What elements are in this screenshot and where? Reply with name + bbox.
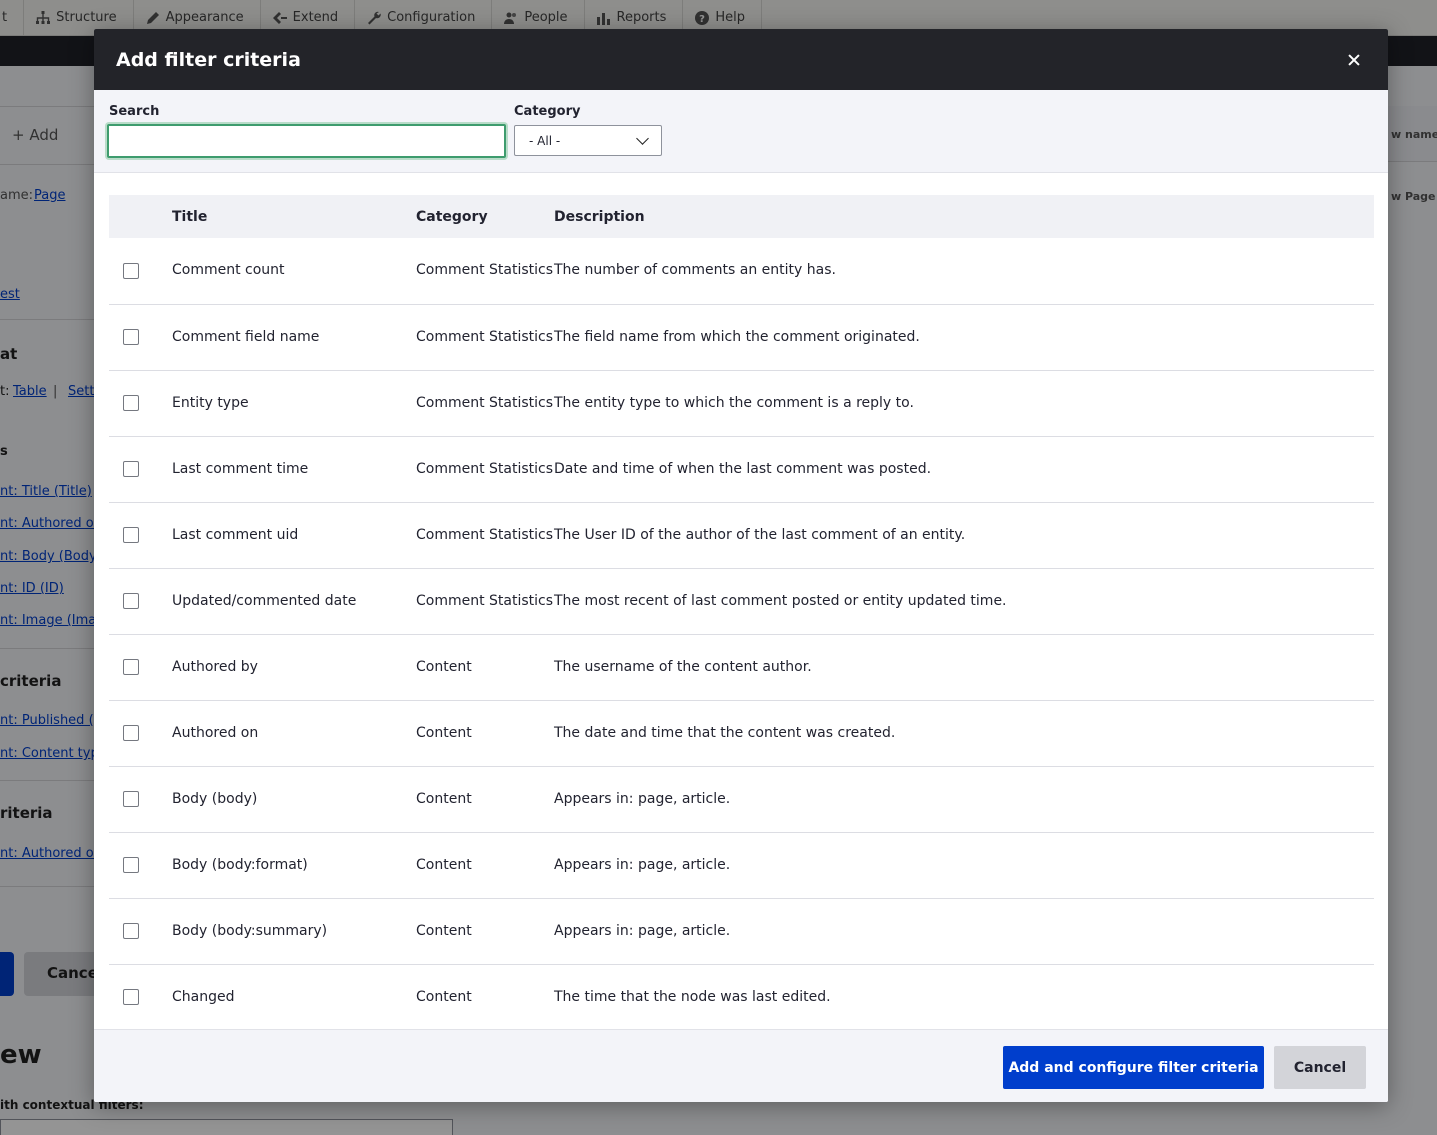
- filter-table: Title Category Description Comment count…: [109, 195, 1374, 1029]
- column-header-select: [109, 195, 172, 238]
- column-header-title: Title: [172, 208, 208, 225]
- table-row[interactable]: Body (body:summary) Content Appears in: …: [109, 898, 1374, 964]
- row-description: The time that the node was last edited.: [554, 988, 831, 1005]
- search-input[interactable]: [107, 124, 506, 158]
- row-category: Comment Statistics: [416, 262, 554, 279]
- row-checkbox[interactable]: [123, 593, 139, 609]
- row-category: Content: [416, 790, 472, 807]
- dialog-title: Add filter criteria: [116, 48, 301, 71]
- row-description: The field name from which the comment or…: [554, 328, 920, 345]
- row-title: Body (body): [172, 790, 258, 807]
- table-row[interactable]: Changed Content The time that the node w…: [109, 964, 1374, 1029]
- filter-list-area[interactable]: Title Category Description Comment count…: [94, 173, 1388, 1029]
- close-icon[interactable]: [1342, 48, 1366, 72]
- row-title: Last comment time: [172, 460, 309, 477]
- add-filter-criteria-dialog: Add filter criteria Search Category - Al…: [94, 29, 1388, 1102]
- row-title: Entity type: [172, 394, 249, 411]
- table-row[interactable]: Authored on Content The date and time th…: [109, 700, 1374, 766]
- row-description: Appears in: page, article.: [554, 856, 731, 873]
- table-row[interactable]: Last comment uid Comment Statistics The …: [109, 502, 1374, 568]
- row-category: Comment Statistics: [416, 460, 554, 477]
- chevron-down-icon: [636, 131, 649, 145]
- table-row[interactable]: Comment count Comment Statistics The num…: [109, 238, 1374, 304]
- cancel-button[interactable]: Cancel: [1274, 1046, 1366, 1089]
- table-row[interactable]: Last comment time Comment Statistics Dat…: [109, 436, 1374, 502]
- row-title: Body (body:summary): [172, 922, 328, 939]
- category-select[interactable]: - All -: [514, 125, 662, 156]
- dialog-filters: Search Category - All -: [94, 90, 1388, 173]
- table-row[interactable]: Comment field name Comment Statistics Th…: [109, 304, 1374, 370]
- row-description: The username of the content author.: [554, 658, 812, 675]
- search-label: Search: [109, 104, 160, 119]
- row-title: Authored on: [172, 724, 259, 741]
- table-row[interactable]: Updated/commented date Comment Statistic…: [109, 568, 1374, 634]
- row-category: Comment Statistics: [416, 328, 554, 345]
- add-and-configure-button[interactable]: Add and configure filter criteria: [1003, 1046, 1264, 1089]
- row-title: Last comment uid: [172, 526, 299, 543]
- row-checkbox[interactable]: [123, 395, 139, 411]
- row-description: Appears in: page, article.: [554, 922, 731, 939]
- table-header-row: Title Category Description: [109, 195, 1374, 238]
- row-category: Content: [416, 658, 472, 675]
- column-header-description: Description: [554, 208, 645, 225]
- row-checkbox[interactable]: [123, 527, 139, 543]
- row-category: Content: [416, 922, 472, 939]
- row-description: The entity type to which the comment is …: [554, 394, 914, 411]
- category-label: Category: [514, 104, 581, 119]
- row-category: Comment Statistics: [416, 394, 554, 411]
- row-title: Body (body:format): [172, 856, 308, 873]
- row-description: The most recent of last comment posted o…: [554, 592, 1007, 609]
- table-row[interactable]: Entity type Comment Statistics The entit…: [109, 370, 1374, 436]
- column-header-category: Category: [416, 208, 488, 225]
- row-checkbox[interactable]: [123, 989, 139, 1005]
- row-title: Changed: [172, 988, 235, 1005]
- row-category: Comment Statistics: [416, 592, 554, 609]
- row-title: Comment count: [172, 262, 285, 279]
- row-category: Comment Statistics: [416, 526, 554, 543]
- row-title: Comment field name: [172, 328, 320, 345]
- dialog-footer: Add and configure filter criteria Cancel: [94, 1029, 1388, 1102]
- row-description: Appears in: page, article.: [554, 790, 731, 807]
- dialog-titlebar: Add filter criteria: [94, 29, 1388, 90]
- table-row[interactable]: Authored by Content The username of the …: [109, 634, 1374, 700]
- row-category: Content: [416, 988, 472, 1005]
- row-checkbox[interactable]: [123, 725, 139, 741]
- row-checkbox[interactable]: [123, 923, 139, 939]
- row-checkbox[interactable]: [123, 791, 139, 807]
- row-checkbox[interactable]: [123, 262, 139, 279]
- row-checkbox[interactable]: [123, 857, 139, 873]
- category-selected-value: - All -: [529, 133, 561, 148]
- table-row[interactable]: Body (body) Content Appears in: page, ar…: [109, 766, 1374, 832]
- table-row[interactable]: Body (body:format) Content Appears in: p…: [109, 832, 1374, 898]
- row-category: Content: [416, 724, 472, 741]
- row-description: The User ID of the author of the last co…: [554, 526, 966, 543]
- row-checkbox[interactable]: [123, 659, 139, 675]
- row-title: Updated/commented date: [172, 592, 357, 609]
- row-description: The number of comments an entity has.: [554, 262, 836, 279]
- row-checkbox[interactable]: [123, 329, 139, 345]
- row-title: Authored by: [172, 658, 258, 675]
- row-description: Date and time of when the last comment w…: [554, 460, 932, 477]
- row-checkbox[interactable]: [123, 461, 139, 477]
- row-category: Content: [416, 856, 472, 873]
- row-description: The date and time that the content was c…: [554, 724, 896, 741]
